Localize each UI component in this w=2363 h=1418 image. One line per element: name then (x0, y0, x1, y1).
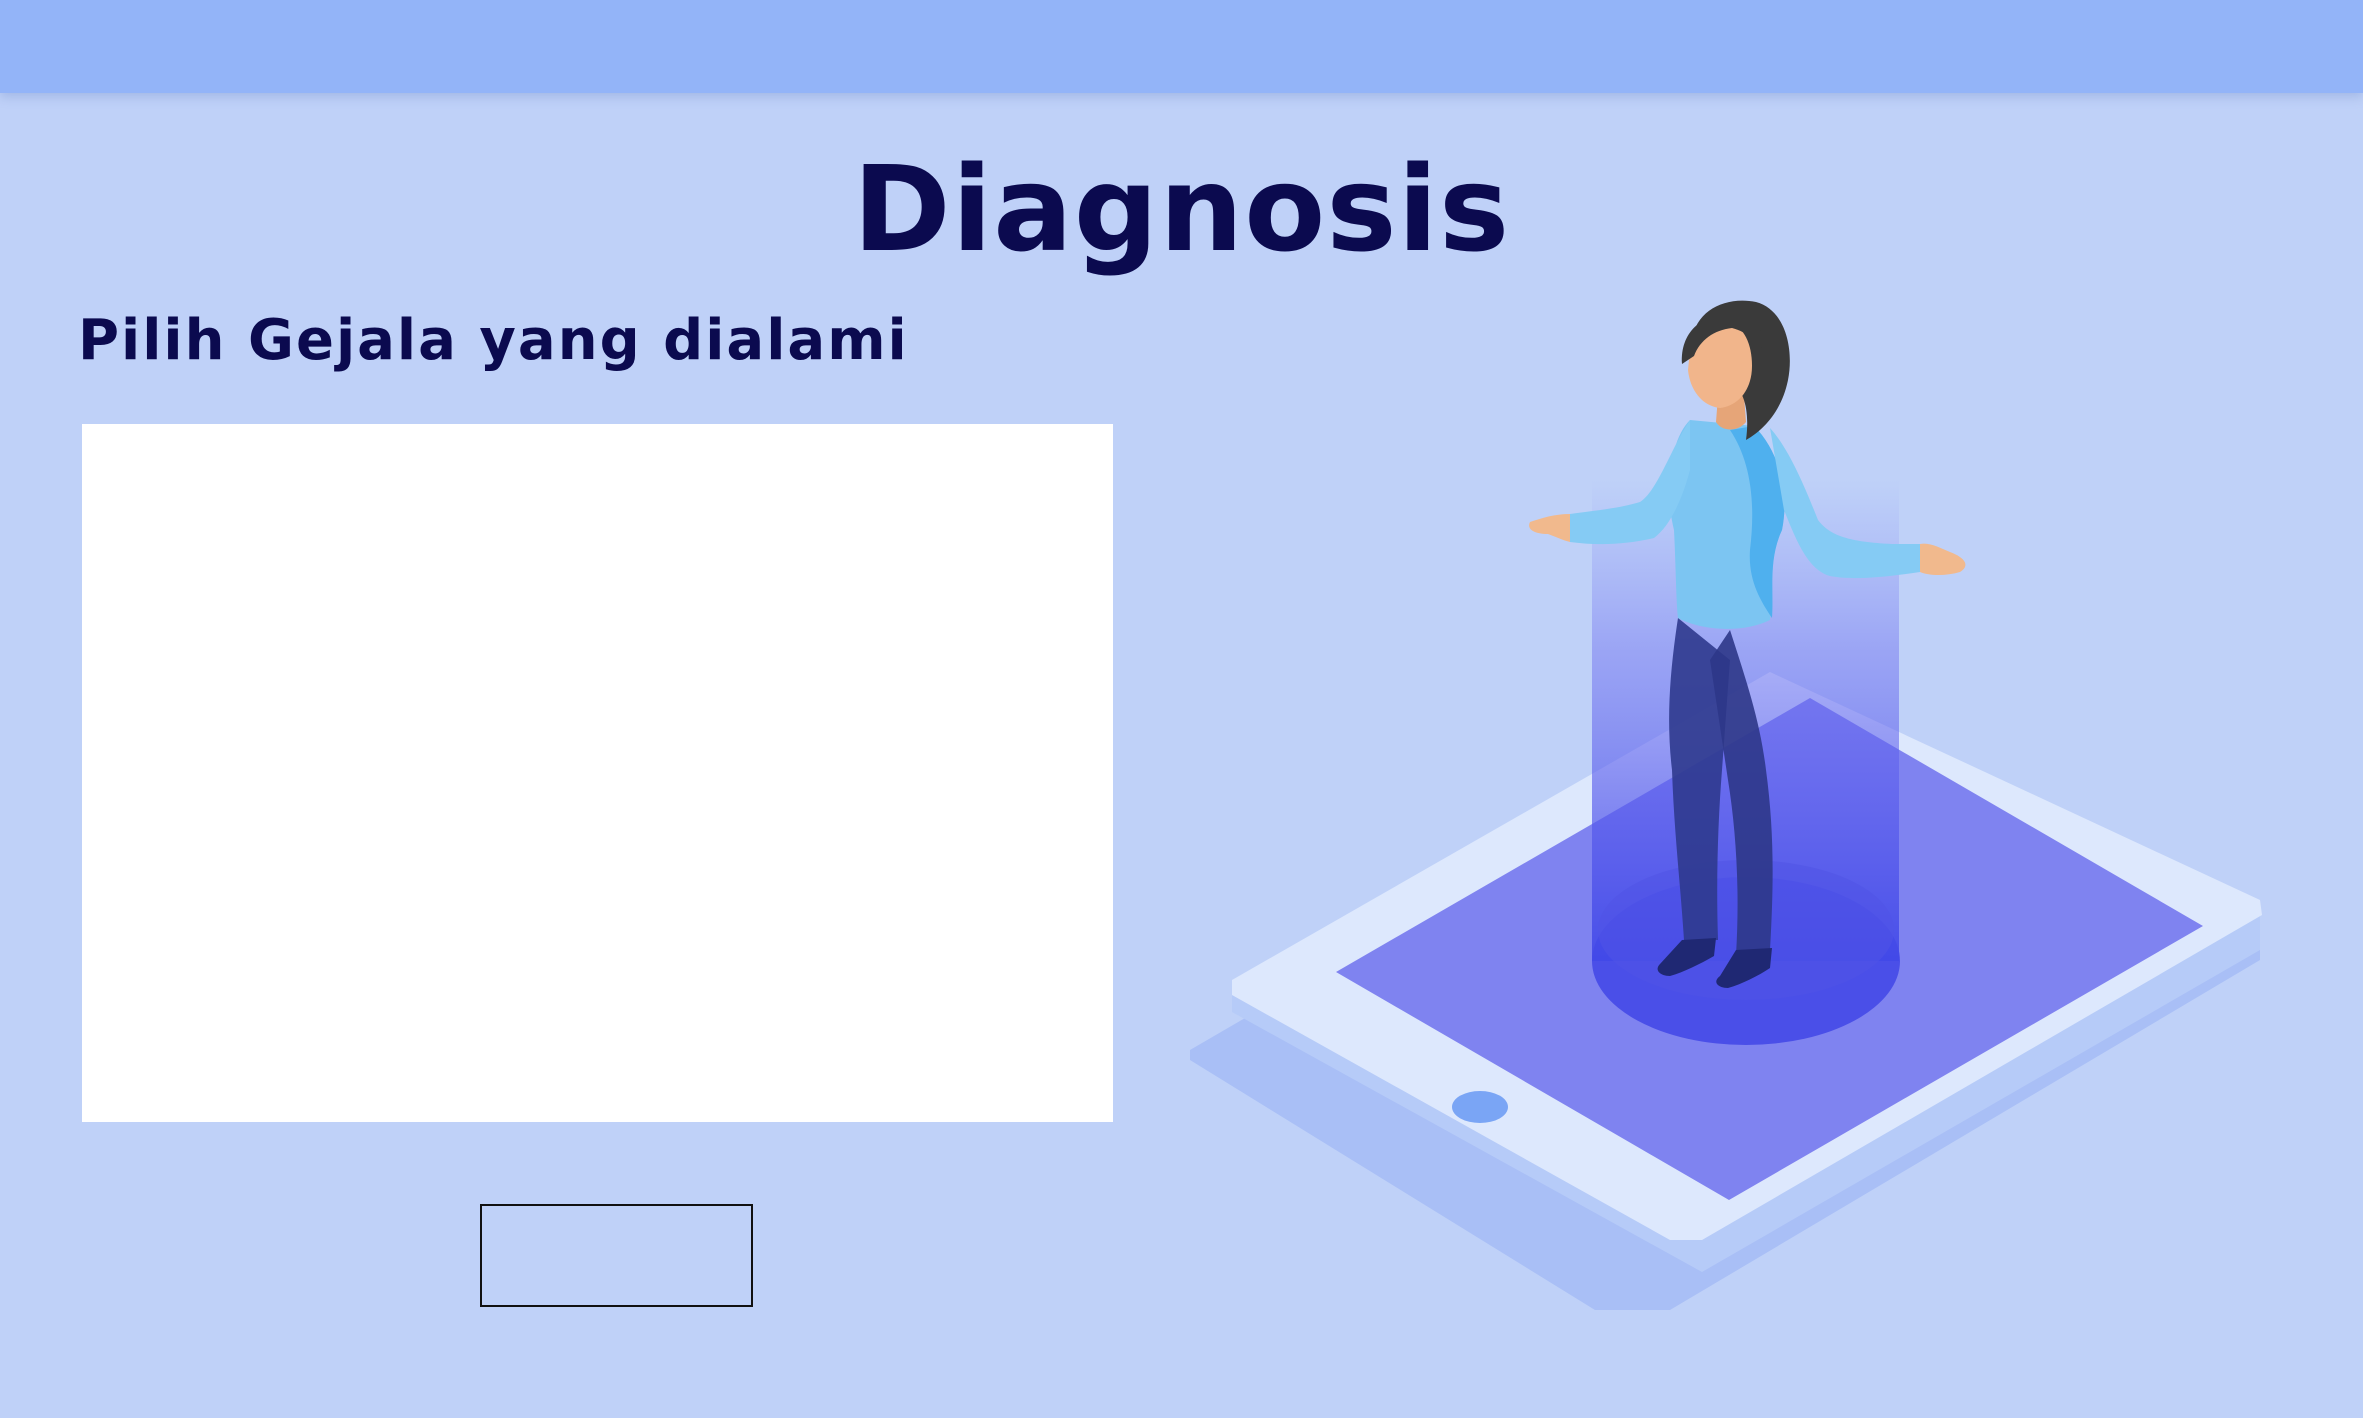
person-on-tablet-illustration (1190, 300, 2262, 1310)
tablet-home-button-icon (1452, 1091, 1508, 1123)
top-bar (0, 0, 2363, 93)
symptom-prompt-label: Pilih Gejala yang dialami (78, 308, 909, 373)
page-title: Diagnosis (852, 140, 1511, 278)
symptom-list-box[interactable] (82, 424, 1113, 1122)
submit-button[interactable] (480, 1204, 753, 1307)
